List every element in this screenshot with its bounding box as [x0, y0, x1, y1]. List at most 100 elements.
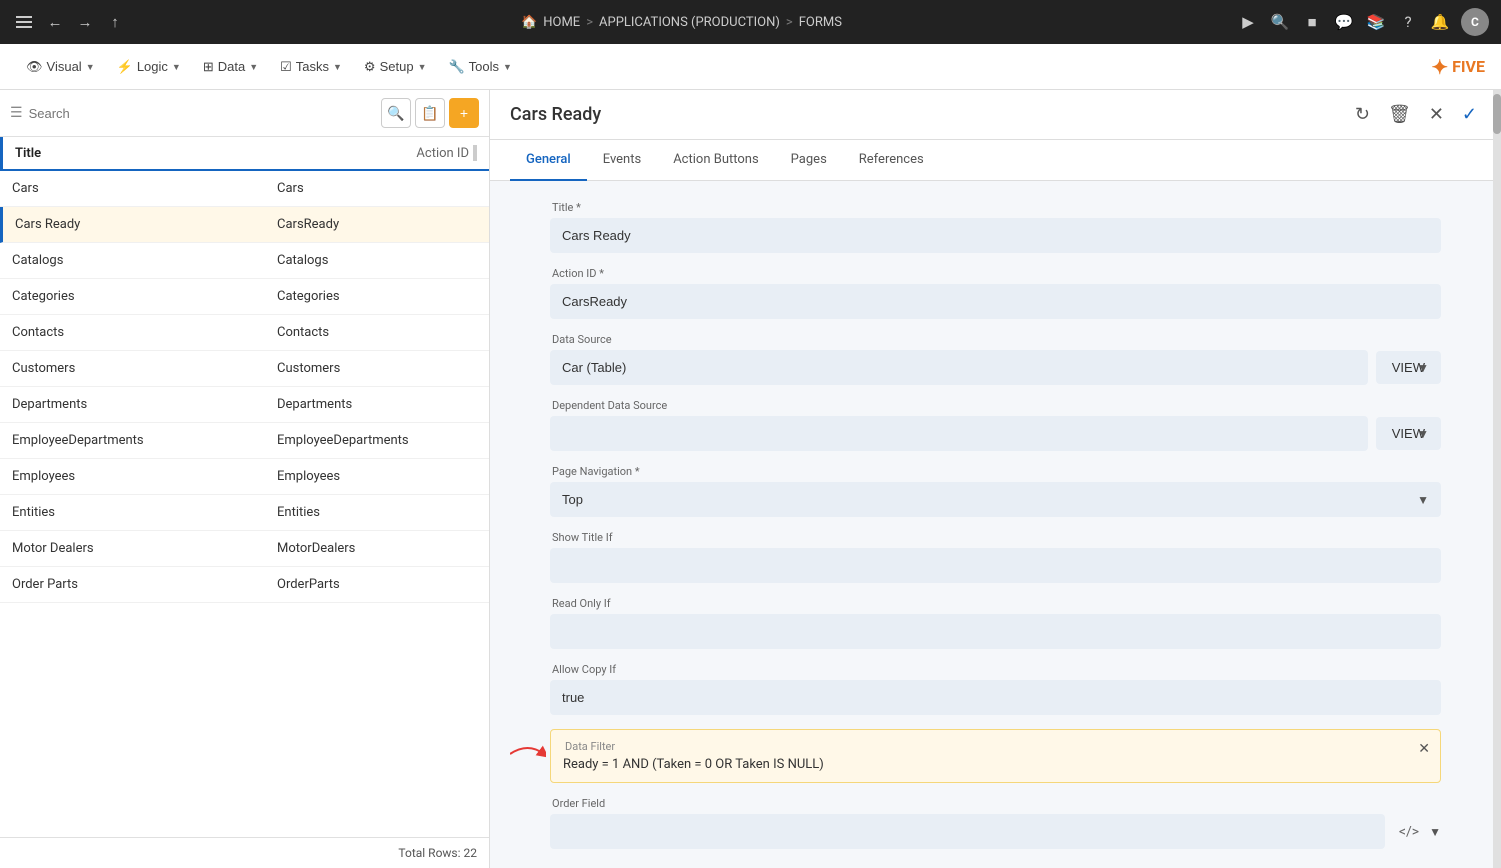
- table-row[interactable]: EntitiesEntities: [0, 495, 489, 531]
- data-source-wrapper: Car (Table) ▼ VIEW: [550, 350, 1441, 385]
- row-action-id: Categories: [277, 289, 477, 304]
- add-btn[interactable]: +: [449, 98, 479, 128]
- allow-copy-if-label: Allow Copy If: [550, 663, 1441, 676]
- tools-icon: 🔧: [448, 59, 464, 75]
- order-field-label-text: Order Field: [552, 797, 605, 810]
- panel-title: Cars Ready: [510, 104, 601, 125]
- row-action-id: OrderParts: [277, 577, 477, 592]
- stop-icon[interactable]: ■: [1301, 11, 1323, 33]
- data-source-label-text: Data Source: [552, 333, 612, 346]
- forward-icon[interactable]: →: [74, 11, 96, 33]
- row-title: Motor Dealers: [12, 541, 277, 556]
- tasks-label: Tasks: [296, 59, 329, 74]
- form-content: Title * Action ID * Data Source Car (Tab…: [490, 181, 1501, 868]
- row-action-id: Contacts: [277, 325, 477, 340]
- table-row[interactable]: EmployeeDepartmentsEmployeeDepartments: [0, 423, 489, 459]
- nav-applications-label[interactable]: APPLICATIONS (PRODUCTION): [599, 15, 780, 30]
- table-row[interactable]: CatalogsCatalogs: [0, 243, 489, 279]
- order-caret: ▼: [1429, 825, 1441, 839]
- page-nav-select[interactable]: Top: [550, 482, 1441, 517]
- data-filter-close-btn[interactable]: ✕: [1418, 740, 1430, 757]
- code-icon[interactable]: </>: [1399, 824, 1419, 840]
- data-source-select[interactable]: Car (Table): [550, 350, 1368, 385]
- row-action-id: EmployeeDepartments: [277, 433, 477, 448]
- bell-icon[interactable]: 🔔: [1429, 11, 1451, 33]
- table-row[interactable]: CarsCars: [0, 171, 489, 207]
- row-action-id: MotorDealers: [277, 541, 477, 556]
- tasks-icon: ☑: [280, 59, 292, 75]
- dependent-label-text: Dependent Data Source: [552, 399, 667, 412]
- table-row[interactable]: DepartmentsDepartments: [0, 387, 489, 423]
- row-action-id: Cars: [277, 181, 477, 196]
- row-action-id: Catalogs: [277, 253, 477, 268]
- col-title: Title: [15, 146, 396, 161]
- table-header: Title Action ID: [0, 137, 489, 171]
- visual-label: Visual: [47, 59, 82, 74]
- back-icon[interactable]: ←: [44, 11, 66, 33]
- read-only-if-input[interactable]: [550, 614, 1441, 649]
- table-row[interactable]: Motor DealersMotorDealers: [0, 531, 489, 567]
- search-magnify-btn[interactable]: 🔍: [381, 98, 411, 128]
- order-field-select[interactable]: [550, 814, 1385, 849]
- tools-btn[interactable]: 🔧 Tools ▼: [438, 54, 521, 80]
- title-label: Title *: [550, 201, 1441, 214]
- allow-copy-if-label-text: Allow Copy If: [552, 663, 616, 676]
- copy-btn[interactable]: 📋: [415, 98, 445, 128]
- row-title: Cars: [12, 181, 277, 196]
- close-panel-btn[interactable]: ✕: [1425, 100, 1448, 129]
- visual-btn[interactable]: 👁 Visual ▼: [16, 54, 105, 80]
- help-icon[interactable]: ?: [1397, 11, 1419, 33]
- table-row[interactable]: CustomersCustomers: [0, 351, 489, 387]
- search-nav-icon[interactable]: 🔍: [1269, 11, 1291, 33]
- confirm-btn[interactable]: ✓: [1458, 100, 1481, 129]
- upload-icon[interactable]: ↑: [104, 11, 126, 33]
- resize-handle[interactable]: [473, 145, 477, 161]
- tab-pages[interactable]: Pages: [775, 140, 843, 181]
- delete-btn[interactable]: 🗑: [1384, 100, 1415, 129]
- table-row[interactable]: Cars ReadyCarsReady: [0, 207, 489, 243]
- title-field: Title *: [550, 201, 1441, 253]
- tasks-btn[interactable]: ☑ Tasks ▼: [270, 54, 352, 80]
- show-title-if-input[interactable]: [550, 548, 1441, 583]
- setup-btn[interactable]: ⚙ Setup ▼: [354, 54, 437, 80]
- dependent-view-btn[interactable]: VIEW: [1376, 417, 1441, 450]
- search-input[interactable]: [29, 106, 375, 121]
- row-action-id: Entities: [277, 505, 477, 520]
- tab-general[interactable]: General: [510, 140, 587, 181]
- right-scrollbar[interactable]: [1493, 90, 1501, 868]
- data-filter-inner: Data Filter ✕ Ready = 1 AND (Taken = 0 O…: [550, 729, 1441, 783]
- nav-left: ← → ↑: [12, 11, 126, 33]
- tools-label: Tools: [469, 59, 499, 74]
- tab-references[interactable]: References: [843, 140, 940, 181]
- data-btn[interactable]: ⊞ Data ▼: [193, 54, 268, 80]
- allow-copy-if-input[interactable]: [550, 680, 1441, 715]
- nav-forms-label[interactable]: FORMS: [799, 15, 842, 30]
- show-title-if-field: Show Title If: [550, 531, 1441, 583]
- hamburger-menu[interactable]: [12, 12, 36, 32]
- tab-events[interactable]: Events: [587, 140, 657, 181]
- dependent-label: Dependent Data Source: [550, 399, 1441, 412]
- data-filter-label: Data Filter: [563, 740, 1428, 753]
- five-logo: ✦ FIVE: [1431, 55, 1485, 79]
- table-row[interactable]: ContactsContacts: [0, 315, 489, 351]
- play-icon[interactable]: ▶: [1237, 11, 1259, 33]
- book-icon[interactable]: 📚: [1365, 11, 1387, 33]
- data-source-view-btn[interactable]: VIEW: [1376, 351, 1441, 384]
- table-row[interactable]: CategoriesCategories: [0, 279, 489, 315]
- title-input[interactable]: [550, 218, 1441, 253]
- data-icon: ⊞: [203, 59, 214, 75]
- back-panel-btn[interactable]: ↻: [1351, 100, 1374, 129]
- show-title-if-label: Show Title If: [550, 531, 1441, 544]
- nav-right: ▶ 🔍 ■ 💬 📚 ? 🔔 C: [1237, 8, 1489, 36]
- action-id-input[interactable]: [550, 284, 1441, 319]
- table-row[interactable]: EmployeesEmployees: [0, 459, 489, 495]
- table-row[interactable]: Order PartsOrderParts: [0, 567, 489, 603]
- panel-header: Cars Ready ↻ 🗑 ✕ ✓: [490, 90, 1501, 140]
- chat-icon[interactable]: 💬: [1333, 11, 1355, 33]
- dependent-select[interactable]: [550, 416, 1368, 451]
- avatar[interactable]: C: [1461, 8, 1489, 36]
- tab-action-buttons[interactable]: Action Buttons: [657, 140, 774, 181]
- logic-btn[interactable]: ⚡ Logic ▼: [107, 54, 191, 80]
- nav-home-label[interactable]: HOME: [543, 15, 580, 30]
- logic-icon: ⚡: [117, 59, 133, 75]
